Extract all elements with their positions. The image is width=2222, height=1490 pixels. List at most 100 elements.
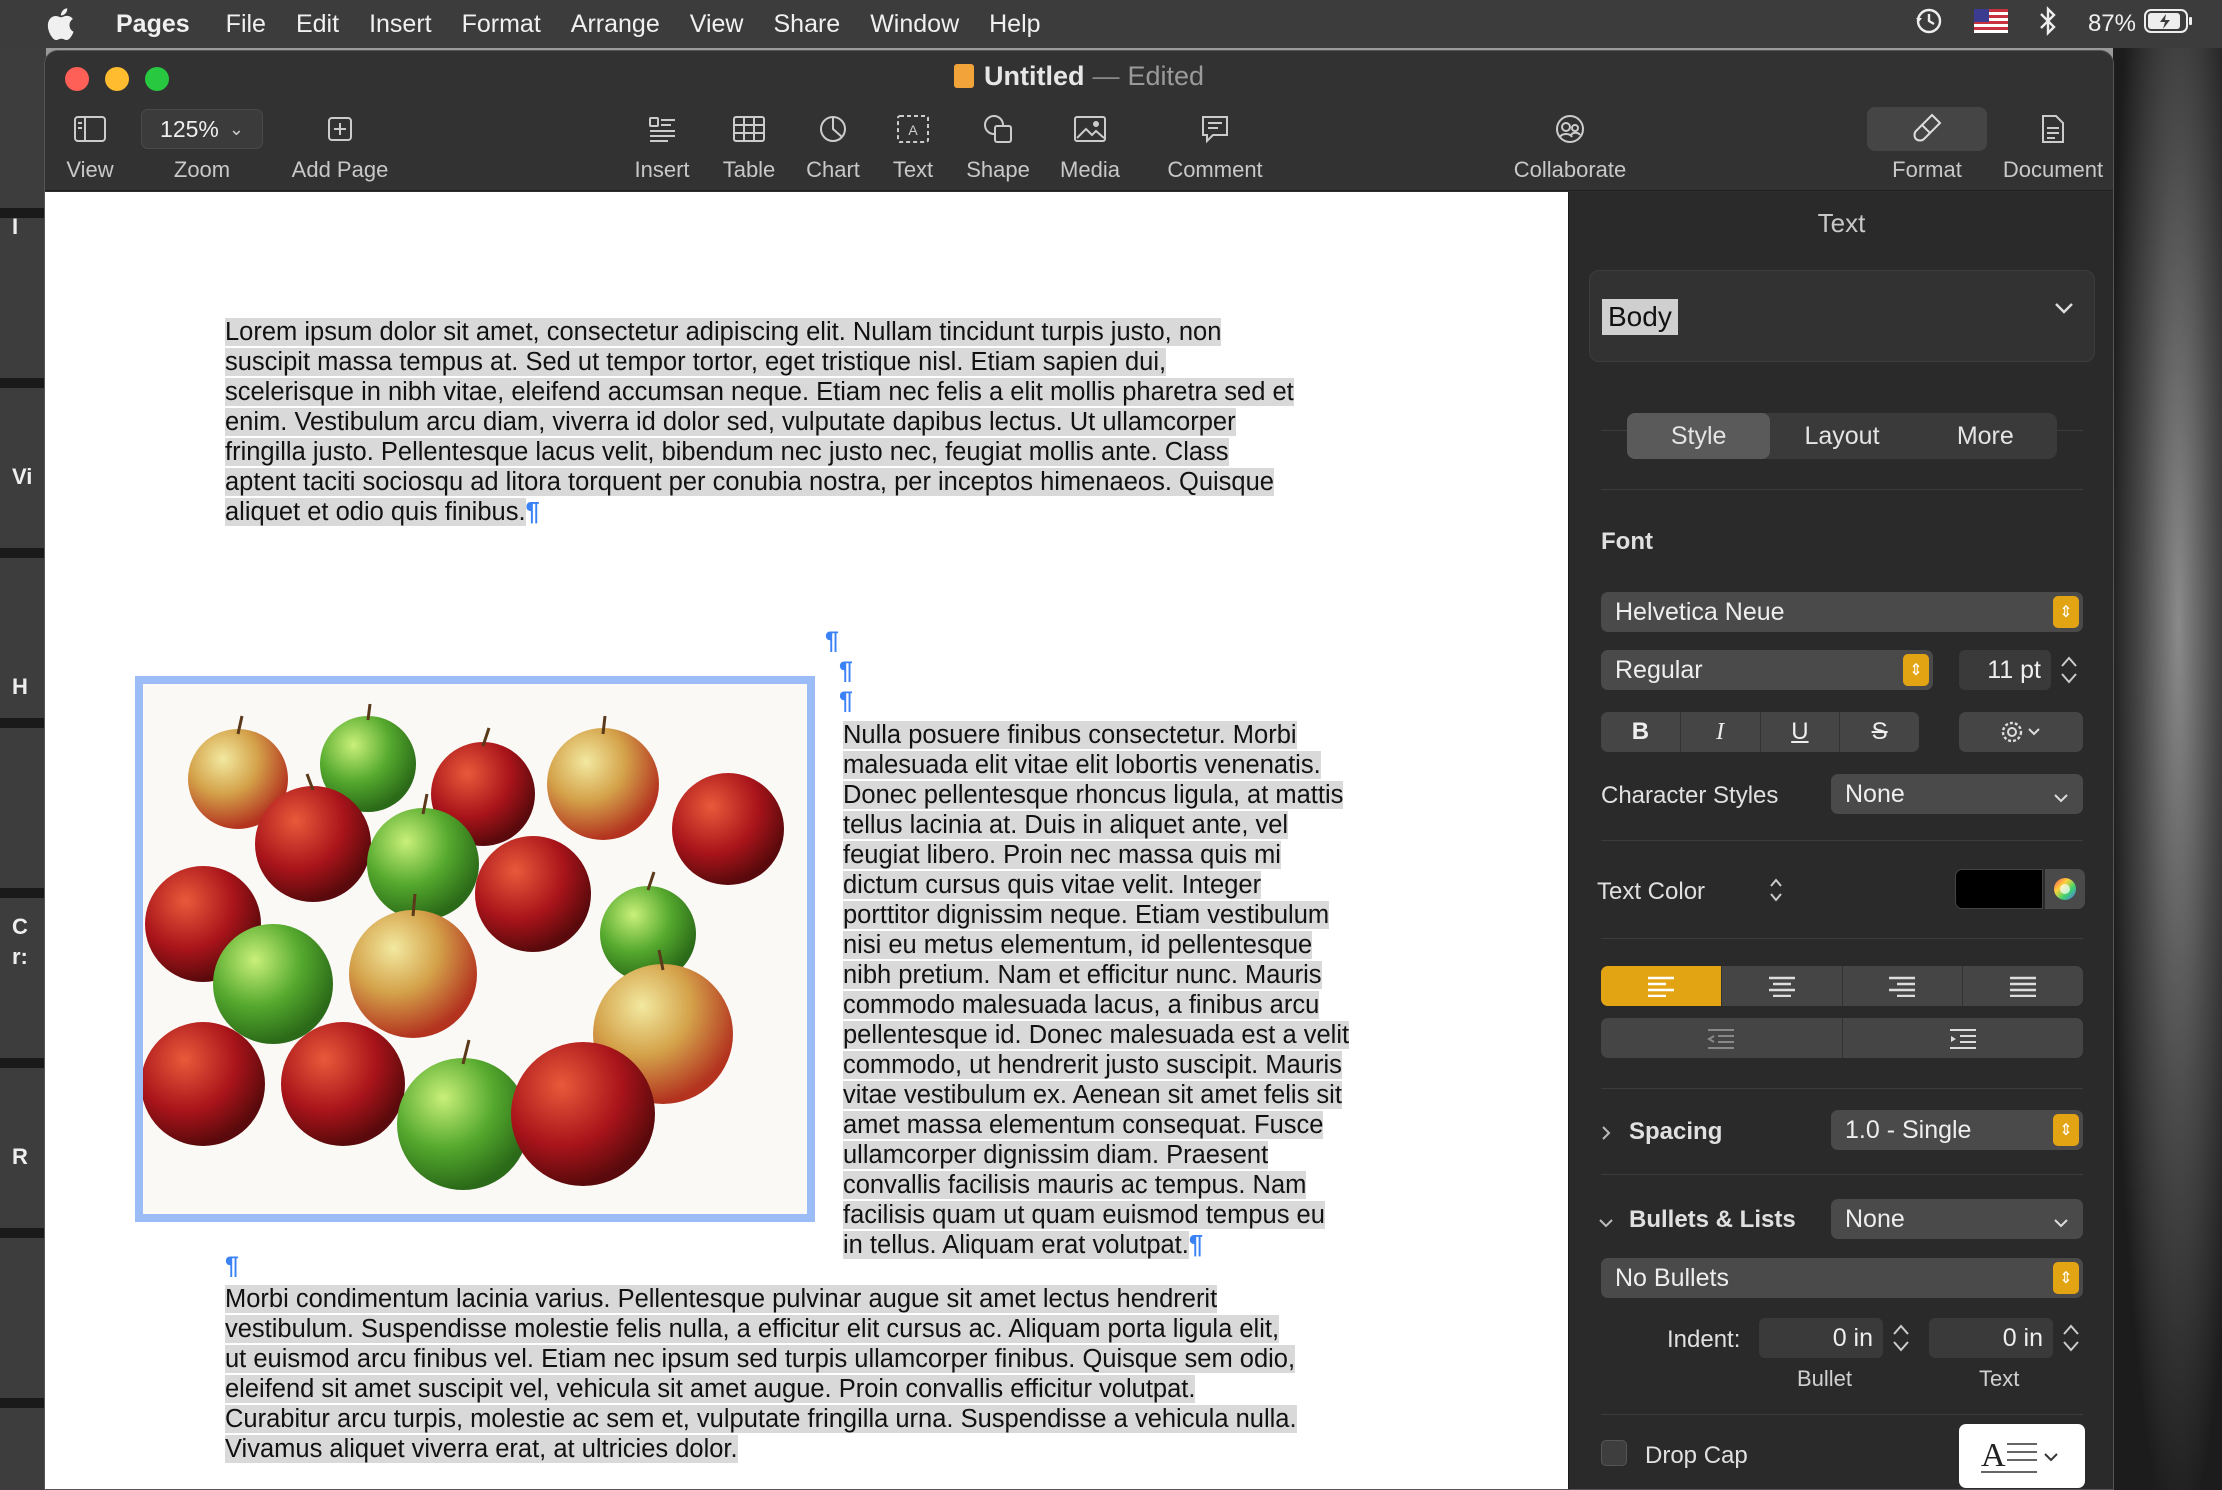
zoom-value: 125%: [160, 115, 219, 142]
advanced-options-button[interactable]: [1959, 712, 2083, 752]
text-line: Lorem ipsum dolor sit amet, consectetur …: [225, 318, 1222, 346]
desktop-label: R: [12, 1144, 28, 1169]
menu-format[interactable]: Format: [462, 10, 541, 39]
insert-button[interactable]: Insert: [617, 107, 707, 183]
color-wheel-icon[interactable]: [2045, 869, 2085, 909]
zoom-popup[interactable]: 125% ⌄: [141, 109, 263, 149]
menu-share[interactable]: Share: [773, 10, 840, 39]
justify-button[interactable]: [1963, 966, 2083, 1006]
menu-edit[interactable]: Edit: [296, 10, 339, 39]
popup-arrows-icon: ⇕: [2053, 596, 2079, 628]
chart-button[interactable]: Chart: [793, 107, 873, 183]
document-icon: [2042, 115, 2064, 143]
time-machine-icon[interactable]: [1914, 6, 1944, 43]
apple-menu-icon[interactable]: [40, 4, 80, 44]
bold-button[interactable]: B: [1601, 712, 1681, 752]
us-flag-input-icon[interactable]: [1973, 8, 2008, 40]
document-canvas[interactable]: Lorem ipsum dolor sit amet, consectetur …: [45, 192, 1568, 1489]
bullet-indent-field[interactable]: 0 in: [1759, 1318, 1883, 1358]
menu-help[interactable]: Help: [989, 10, 1040, 39]
menu-insert[interactable]: Insert: [369, 10, 432, 39]
zoom-label: Zoom: [173, 157, 231, 182]
text-line: commodo malesuada lacus, a finibus arcu: [843, 991, 1320, 1019]
updown-arrows-icon: [1769, 876, 1783, 909]
align-right-button[interactable]: [1843, 966, 1964, 1006]
menu-arrange[interactable]: Arrange: [571, 10, 660, 39]
bullet-type-value: No Bullets: [1615, 1263, 1729, 1292]
text-line: in tellus. Aliquam erat volutpat.: [843, 1231, 1189, 1259]
toolbar: Untitled — Edited View 125% ⌄ Zoom Add Page…: [45, 51, 2113, 191]
bluetooth-icon[interactable]: [2038, 5, 2058, 43]
text-line: amet massa elementum consequat. Fusce: [843, 1111, 1324, 1139]
paragraph-3[interactable]: Morbi condimentum lacinia varius. Pellen…: [225, 1284, 1297, 1464]
chart-label: Chart: [806, 157, 860, 182]
tab-style[interactable]: Style: [1627, 413, 1771, 459]
menu-file[interactable]: File: [226, 10, 266, 39]
align-right-icon: [1889, 976, 1916, 997]
desktop-left-strip: I Vi H C r: R: [0, 48, 46, 1490]
paragraph-2[interactable]: Nulla posuere finibus consectetur. Morbi…: [843, 720, 1350, 1260]
tab-more[interactable]: More: [1914, 413, 2057, 459]
font-face-popup[interactable]: Regular ⇕: [1601, 650, 1933, 690]
add-page-icon: [328, 117, 352, 141]
text-line: pellentesque id. Donec malesuada est a v…: [843, 1021, 1350, 1049]
document-button[interactable]: Document: [1991, 107, 2113, 183]
paragraph-style-popup[interactable]: Body: [1589, 270, 2095, 362]
text-indent-stepper[interactable]: [2059, 1318, 2083, 1363]
media-button[interactable]: Media: [1047, 107, 1133, 183]
menu-app-pages[interactable]: Pages: [116, 10, 190, 39]
shape-button[interactable]: Shape: [953, 107, 1043, 183]
collaborate-icon: [1556, 115, 1584, 143]
document-label: Document: [2002, 157, 2104, 182]
comment-button[interactable]: Comment: [1155, 107, 1275, 183]
menu-window[interactable]: Window: [870, 10, 959, 39]
spacing-label[interactable]: Spacing: [1629, 1118, 1722, 1146]
paragraph-1[interactable]: Lorem ipsum dolor sit amet, consectetur …: [225, 317, 1294, 527]
font-face-value: Regular: [1615, 655, 1703, 684]
text-line: Vivamus aliquet viverra erat, at ultrici…: [225, 1435, 738, 1463]
character-styles-popup[interactable]: None: [1831, 774, 2083, 814]
decrease-indent-button[interactable]: [1601, 1018, 1843, 1058]
underline-button[interactable]: U: [1761, 712, 1841, 752]
table-icon: [733, 116, 765, 142]
increase-indent-button[interactable]: [1843, 1018, 2084, 1058]
table-button[interactable]: Table: [709, 107, 789, 183]
collaborate-button[interactable]: Collaborate: [1495, 107, 1645, 183]
pilcrow-mark: ¶: [839, 657, 853, 685]
text-button[interactable]: A Text: [875, 107, 951, 183]
view-button[interactable]: View: [47, 107, 133, 183]
comment-label: Comment: [1167, 157, 1263, 182]
text-indent-field[interactable]: 0 in: [1929, 1318, 2053, 1358]
bullet-type-popup[interactable]: No Bullets ⇕: [1601, 1258, 2083, 1298]
text-color-label[interactable]: Text Color: [1597, 878, 1705, 906]
strikethrough-button[interactable]: S: [1840, 712, 1919, 752]
add-page-button[interactable]: Add Page: [275, 107, 405, 183]
apples-image[interactable]: [135, 676, 815, 1222]
bullets-lists-label[interactable]: Bullets & Lists: [1629, 1206, 1796, 1234]
text-color-well[interactable]: [1955, 869, 2043, 909]
align-left-button[interactable]: [1601, 966, 1722, 1006]
text-line: scelerisque in nibh vitae, eleifend accu…: [225, 378, 1294, 406]
format-button[interactable]: Format: [1857, 107, 1997, 183]
zoom-control[interactable]: 125% ⌄ Zoom: [141, 107, 263, 183]
text-line: feugiat libero. Proin nec massa quis mi: [843, 841, 1281, 869]
divider: [1601, 1174, 2083, 1175]
font-size-field[interactable]: 11 pt: [1959, 650, 2051, 690]
bullet-indent-stepper[interactable]: [1889, 1318, 1913, 1363]
bullets-lists-popup[interactable]: None: [1831, 1199, 2083, 1239]
menu-view[interactable]: View: [690, 10, 744, 39]
font-size-stepper[interactable]: [2057, 650, 2081, 690]
spacing-popup[interactable]: 1.0 - Single ⇕: [1831, 1110, 2083, 1150]
desktop-label: C: [12, 914, 28, 939]
chevron-down-icon[interactable]: [1597, 1216, 1615, 1235]
italic-button[interactable]: I: [1681, 712, 1761, 752]
battery-icon[interactable]: [2144, 8, 2194, 41]
drop-cap-checkbox[interactable]: [1601, 1440, 1627, 1466]
align-center-button[interactable]: [1722, 966, 1843, 1006]
drop-cap-style-popup[interactable]: A: [1959, 1424, 2085, 1488]
chevron-right-icon[interactable]: [1599, 1124, 1613, 1147]
add-page-label: Add Page: [291, 157, 389, 182]
font-family-popup[interactable]: Helvetica Neue ⇕: [1601, 592, 2083, 632]
sidebar-icon: [74, 116, 106, 142]
tab-layout[interactable]: Layout: [1770, 413, 1913, 459]
